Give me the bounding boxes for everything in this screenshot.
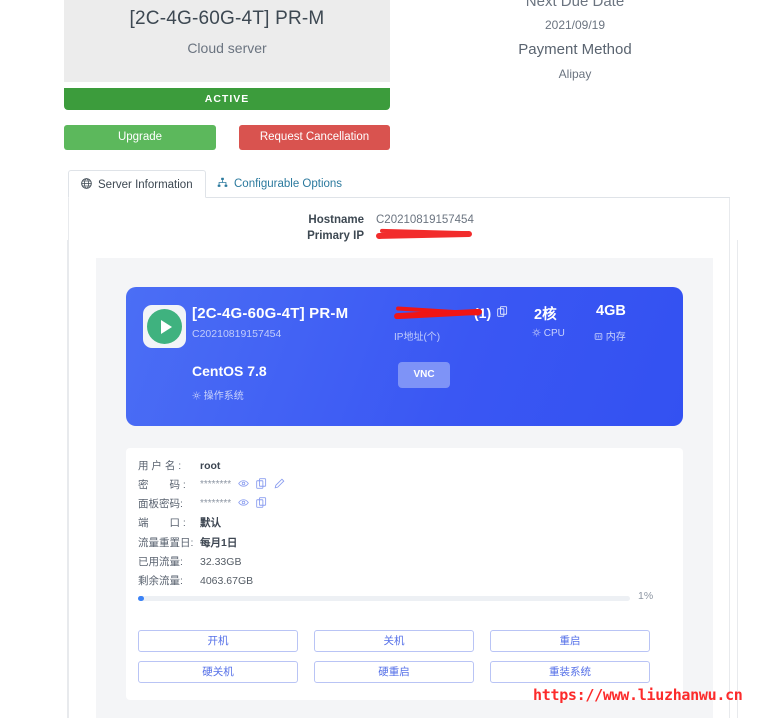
username-value: root — [200, 460, 221, 472]
memory-icon — [594, 332, 606, 343]
tab-server-information[interactable]: Server Information — [68, 170, 206, 198]
reinstall-system-button[interactable]: 重装系统 — [490, 661, 650, 683]
traffic-reset-label: 流量重置日: — [138, 537, 194, 549]
password-label: 密 码 : — [138, 479, 186, 491]
tab-label: Server Information — [98, 179, 193, 191]
request-cancellation-button[interactable]: Request Cancellation — [239, 125, 390, 150]
remaining-traffic-row: 剩余流量: 4063.67GB — [138, 573, 253, 588]
vnc-button[interactable]: VNC — [398, 362, 450, 388]
sitemap-icon — [217, 171, 228, 199]
used-traffic-label: 已用流量: — [138, 556, 183, 568]
tab-content-panel: Hostname C20210819157454 Primary IP [2C-4… — [68, 198, 730, 718]
password-value: ******** — [200, 479, 232, 490]
traffic-progress-fill — [138, 596, 144, 601]
server-details-card: 用 户 名 : root 密 码 : ******** 面板密码: ******** … — [126, 448, 683, 700]
memory-label: 内存 — [605, 332, 626, 343]
edit-icon[interactable] — [274, 478, 285, 492]
copy-icon[interactable] — [256, 497, 267, 511]
power-status-icon[interactable] — [143, 305, 186, 348]
server-overview-card: [2C-4G-60G-4T] PR-M C20210819157454 (1) … — [126, 287, 683, 426]
hostname-row: Hostname C20210819157454 — [69, 212, 731, 228]
tab-configurable-options[interactable]: Configurable Options — [205, 170, 354, 198]
port-row: 端 口 : 默认 — [138, 515, 221, 530]
page-root: [2C-4G-60G-4T] PR-M Cloud server ACTIVE … — [0, 0, 780, 718]
redaction-mark — [375, 228, 473, 240]
watermark: https://www.liuzhanwu.cn — [533, 686, 743, 704]
copy-icon[interactable] — [497, 304, 508, 322]
traffic-reset-row: 流量重置日: 每月1日 — [138, 535, 237, 550]
cpu-label: CPU — [543, 328, 565, 339]
os-label-row: 操作系统 — [192, 387, 244, 402]
cpu-icon — [532, 328, 544, 339]
hostname-value: C20210819157454 — [376, 214, 474, 226]
primary-ip-label: Primary IP — [307, 230, 364, 242]
primary-ip-value — [375, 228, 526, 244]
cpu-value: 2核 — [534, 307, 557, 323]
port-value: 默认 — [200, 517, 221, 529]
server-panel: [2C-4G-60G-4T] PR-M C20210819157454 (1) … — [96, 258, 713, 718]
host-info: Hostname C20210819157454 Primary IP — [69, 212, 731, 244]
payment-method-value: Alipay — [558, 67, 592, 81]
status-badge: ACTIVE — [64, 88, 390, 110]
password-row: 密 码 : ******** — [138, 477, 285, 492]
globe-icon — [81, 172, 92, 200]
memory-value: 4GB — [596, 303, 626, 319]
traffic-reset-value: 每月1日 — [200, 537, 238, 549]
traffic-progress-bar — [138, 596, 630, 601]
panel-password-row: 面板密码: ******** — [138, 496, 267, 511]
gear-icon — [192, 391, 204, 402]
next-due-date-label: Next Due Date — [525, 0, 625, 10]
product-summary-card: [2C-4G-60G-4T] PR-M Cloud server — [64, 0, 390, 82]
port-label: 端 口 : — [138, 517, 186, 529]
restart-button[interactable]: 重启 — [490, 630, 650, 652]
remaining-traffic-label: 剩余流量: — [138, 575, 183, 587]
eye-icon[interactable] — [238, 497, 249, 511]
ip-label: IP地址(个) — [394, 332, 441, 343]
used-traffic-row: 已用流量: 32.33GB — [138, 554, 241, 569]
force-shutdown-button[interactable]: 硬关机 — [138, 661, 298, 683]
primary-ip-row: Primary IP — [69, 228, 731, 244]
power-on-button[interactable]: 开机 — [138, 630, 298, 652]
username-label: 用 户 名 : — [138, 460, 182, 472]
remaining-traffic-value: 4063.67GB — [200, 575, 254, 587]
eye-icon[interactable] — [238, 478, 249, 492]
next-due-date-value: 2021/09/19 — [544, 18, 606, 32]
panel-password-value: ******** — [200, 498, 232, 509]
traffic-progress-percent: 1% — [638, 590, 654, 602]
billing-block: Next Due Date 2021/09/19 Payment Method … — [455, 0, 695, 86]
server-id: C20210819157454 — [192, 328, 282, 340]
upgrade-button[interactable]: Upgrade — [64, 125, 216, 150]
product-title: [2C-4G-60G-4T] PR-M — [129, 8, 325, 29]
memory-label-row: 内存 — [594, 328, 626, 343]
force-restart-button[interactable]: 硬重启 — [314, 661, 474, 683]
hostname-label: Hostname — [308, 214, 364, 226]
username-row: 用 户 名 : root — [138, 458, 220, 473]
product-subtitle: Cloud server — [187, 40, 267, 56]
used-traffic-value: 32.33GB — [200, 556, 242, 568]
shutdown-button[interactable]: 关机 — [314, 630, 474, 652]
panel-password-label: 面板密码: — [138, 498, 183, 510]
copy-icon[interactable] — [256, 478, 267, 492]
redaction-mark — [393, 306, 483, 320]
server-ip-block: (1) — [393, 304, 508, 323]
tab-label: Configurable Options — [234, 178, 343, 190]
right-divider — [737, 240, 738, 718]
tab-bar: Server Information Configurable Options — [68, 170, 730, 198]
payment-method-label: Payment Method — [518, 41, 632, 58]
os-value: CentOS 7.8 — [192, 363, 267, 379]
os-label: 操作系统 — [203, 391, 244, 402]
server-name: [2C-4G-60G-4T] PR-M — [192, 305, 349, 322]
cpu-label-row: CPU — [532, 328, 565, 339]
